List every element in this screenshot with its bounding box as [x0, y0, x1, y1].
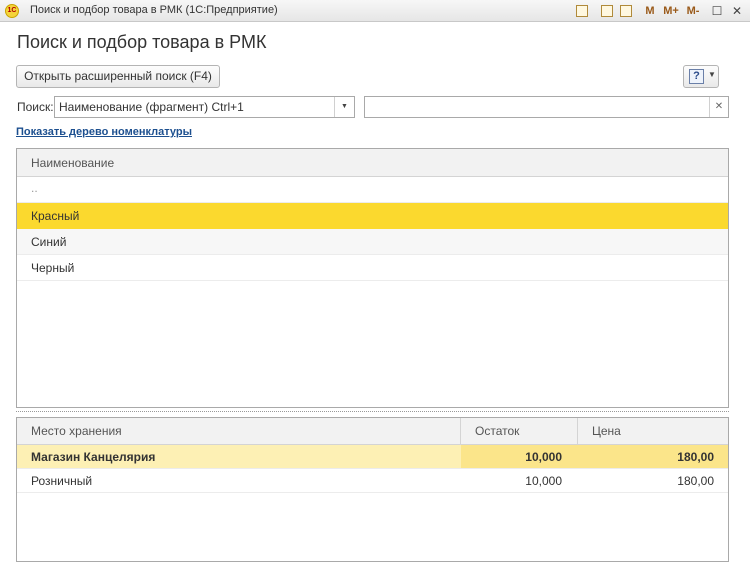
- show-tree-link[interactable]: Показать дерево номенклатуры: [16, 126, 192, 138]
- stock-table[interactable]: Место хранения Остаток Цена Магазин Канц…: [16, 417, 729, 562]
- row-qty: 10,000: [525, 474, 562, 488]
- table-row[interactable]: Красный: [17, 203, 728, 229]
- row-price: 180,00: [677, 450, 714, 464]
- page-title: Поиск и подбор товара в РМК: [17, 32, 267, 52]
- help-button[interactable]: ? ▼: [683, 65, 719, 88]
- memory-m-button[interactable]: M: [643, 3, 657, 19]
- row-place: Магазин Канцелярия: [31, 450, 156, 464]
- table-row-up[interactable]: ..: [17, 177, 728, 203]
- table-row[interactable]: Магазин Канцелярия 10,000 180,00: [17, 445, 728, 469]
- window-titlebar: 1С Поиск и подбор товара в РМК (1С:Предп…: [0, 0, 750, 22]
- search-mode-select[interactable]: Наименование (фрагмент) Ctrl+1 ▼: [54, 96, 355, 118]
- favorites-icon[interactable]: [575, 3, 589, 19]
- chevron-down-icon: ▼: [708, 70, 716, 79]
- search-mode-value: Наименование (фрагмент) Ctrl+1: [59, 100, 244, 114]
- items-table[interactable]: Наименование .. Красный Синий Черный: [16, 148, 729, 408]
- search-label: Поиск:: [17, 100, 54, 114]
- memory-m-plus-button[interactable]: M+: [662, 3, 680, 19]
- stock-table-header: Место хранения Остаток Цена: [17, 418, 728, 445]
- calendar-icon[interactable]: [619, 3, 633, 19]
- panel-splitter[interactable]: [16, 411, 729, 412]
- column-header-place[interactable]: Место хранения: [17, 418, 461, 444]
- advanced-search-button[interactable]: Открыть расширенный поиск (F4): [16, 65, 220, 88]
- table-row[interactable]: Черный: [17, 255, 728, 281]
- column-header-qty[interactable]: Остаток: [461, 418, 578, 444]
- close-button[interactable]: ✕: [730, 3, 744, 19]
- 1c-app-icon[interactable]: 1С: [5, 4, 19, 18]
- search-input[interactable]: ✕: [364, 96, 729, 118]
- chevron-down-icon[interactable]: ▼: [334, 97, 354, 117]
- memory-m-minus-button[interactable]: M-: [684, 3, 702, 19]
- maximize-button[interactable]: ☐: [710, 3, 724, 19]
- column-header-name: Наименование: [31, 156, 115, 170]
- row-qty: 10,000: [525, 450, 562, 464]
- items-table-header[interactable]: Наименование: [17, 149, 728, 177]
- column-header-price[interactable]: Цена: [578, 418, 728, 444]
- row-price: 180,00: [677, 474, 714, 488]
- row-place: Розничный: [31, 474, 93, 488]
- clear-icon[interactable]: ✕: [709, 97, 728, 117]
- calculator-icon[interactable]: [600, 3, 614, 19]
- help-icon: ?: [689, 69, 704, 84]
- table-row[interactable]: Синий: [17, 229, 728, 255]
- table-row[interactable]: Розничный 10,000 180,00: [17, 469, 728, 493]
- window-title: Поиск и подбор товара в РМК (1С:Предприя…: [30, 4, 278, 16]
